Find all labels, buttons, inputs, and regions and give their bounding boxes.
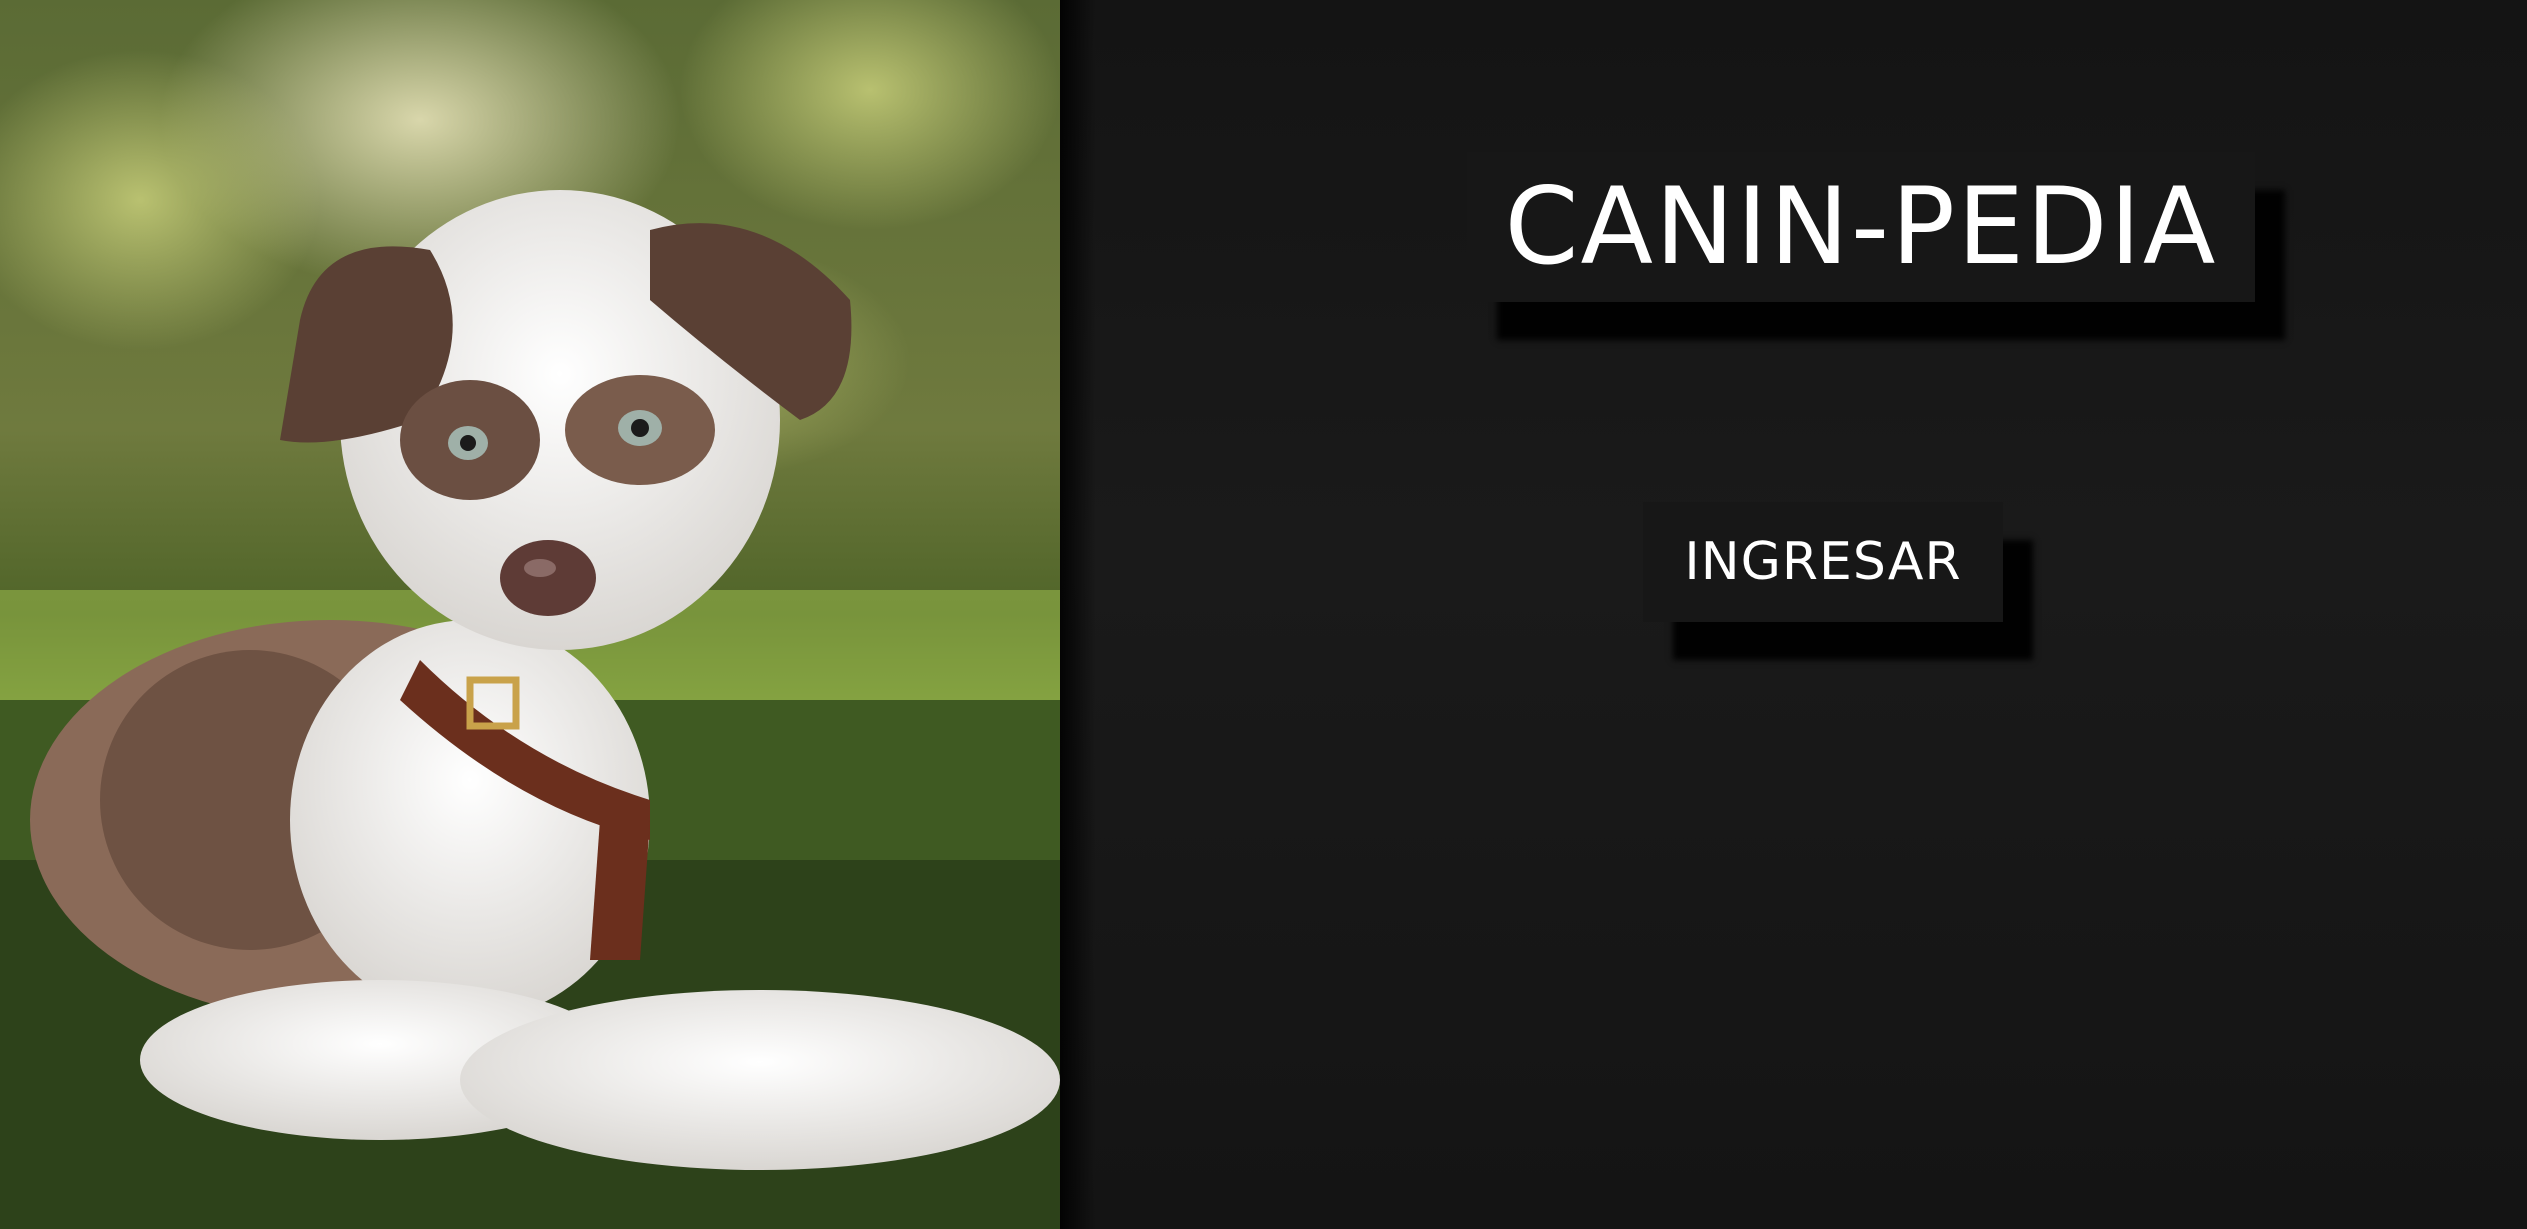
enter-button[interactable]: INGRESAR [1643,502,2003,622]
app-title: CANIN-PEDIA [1504,165,2218,288]
title-box: CANIN-PEDIA [1467,152,2255,302]
panel-divider [1060,0,1096,1229]
puppy-photo [0,0,1060,1229]
landing-page: CANIN-PEDIA INGRESAR [0,0,2527,1229]
enter-button-label: INGRESAR [1684,532,1962,592]
